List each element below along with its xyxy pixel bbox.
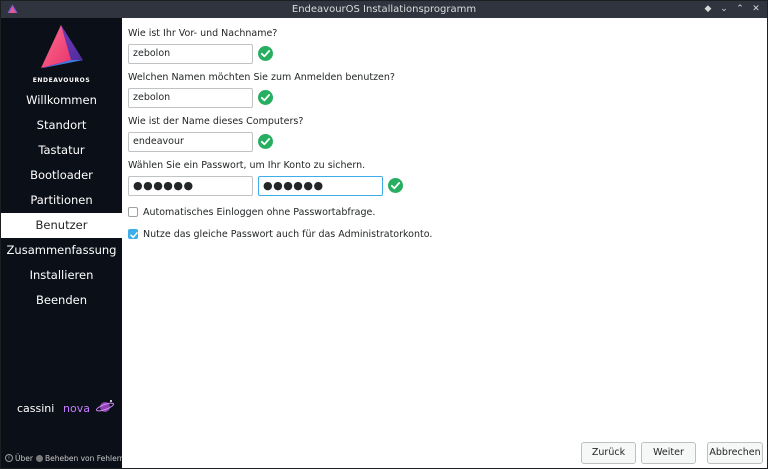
same-password-option[interactable]: Nutze das gleiche Passwort auch für das … <box>128 228 433 241</box>
autologin-checkbox[interactable] <box>128 206 138 217</box>
login-question: Welchen Namen möchten Sie zum Anmelden b… <box>128 72 395 83</box>
info-icon[interactable]: i <box>5 454 13 462</box>
logo-text: ENDEAVOUROS <box>32 77 91 84</box>
next-button[interactable]: Weiter <box>641 442 696 464</box>
users-page: Wie ist Ihr Vor- und Nachname? zebolon W… <box>122 18 767 468</box>
debug-link[interactable]: Beheben von Fehlern <box>45 454 124 463</box>
close-icon[interactable]: ✕ <box>749 3 763 16</box>
brand-text-cassini: cassini <box>17 402 55 415</box>
window-title: EndeavourOS Installationsprogramm <box>291 4 477 15</box>
step-partitionen: Partitionen <box>30 193 93 207</box>
password-repeat-input[interactable]: ●●●●●● <box>258 176 383 196</box>
step-tastatur: Tastatur <box>38 143 85 157</box>
autologin-option[interactable]: Automatisches Einloggen ohne Passwortabf… <box>128 206 376 219</box>
full-name-input[interactable]: zebolon <box>128 44 253 64</box>
step-zusammenfassung: Zusammenfassung <box>6 243 117 257</box>
keep-above-icon[interactable]: ◆ <box>701 3 715 16</box>
back-button[interactable]: Zurück <box>581 442 636 464</box>
cassini-nova-brand: cassini nova <box>17 399 117 421</box>
planet-icon <box>95 400 115 412</box>
about-link[interactable]: Über <box>15 454 33 463</box>
step-benutzer: Benutzer <box>1 213 122 238</box>
step-installieren: Installieren <box>29 268 94 282</box>
same-password-label: Nutze das gleiche Passwort auch für das … <box>143 229 433 240</box>
maximize-icon[interactable]: ⌃ <box>733 3 747 16</box>
minimize-icon[interactable]: ⌄ <box>717 3 731 16</box>
check-icon <box>388 178 403 193</box>
computer-question: Wie ist der Name dieses Computers? <box>128 116 304 127</box>
check-icon <box>258 46 273 61</box>
check-icon <box>258 134 273 149</box>
brand-text-nova: nova <box>63 402 90 415</box>
step-standort: Standort <box>36 118 87 132</box>
installer-window: EndeavourOS Installationsprogramm ◆ ⌄ ⌃ … <box>0 0 768 469</box>
checkmark-icon <box>130 231 138 238</box>
password-input[interactable]: ●●●●●● <box>128 176 253 196</box>
step-willkommen: Willkommen <box>26 93 97 107</box>
computer-name-input[interactable]: endeavour <box>128 132 253 152</box>
sidebar: ENDEAVOUROS Willkommen Standort Tastatur… <box>1 18 124 468</box>
bug-icon[interactable] <box>35 454 43 462</box>
title-bar[interactable]: EndeavourOS Installationsprogramm ◆ ⌄ ⌃ … <box>1 1 767 18</box>
step-bootloader: Bootloader <box>30 168 93 182</box>
endeavouros-logo-icon <box>41 25 83 68</box>
autologin-label: Automatisches Einloggen ohne Passwortabf… <box>143 207 376 218</box>
footer-links: i Über Beheben von Fehlern <box>5 453 124 465</box>
step-list: Willkommen Standort Tastatur Bootloader … <box>1 88 122 313</box>
login-name-input[interactable]: zebolon <box>128 88 253 108</box>
name-question: Wie ist Ihr Vor- und Nachname? <box>128 28 278 39</box>
check-icon <box>258 90 273 105</box>
step-beenden: Beenden <box>36 293 87 307</box>
password-question: Wählen Sie ein Passwort, um Ihr Konto zu… <box>128 160 366 171</box>
same-password-checkbox[interactable] <box>128 228 138 239</box>
cancel-button[interactable]: Abbrechen <box>707 442 763 464</box>
